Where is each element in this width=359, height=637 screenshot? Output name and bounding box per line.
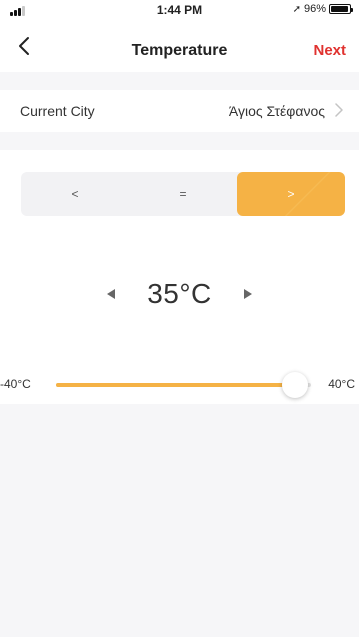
chevron-left-icon[interactable] [16,34,36,58]
comparison-segmented-control: < = > [21,172,345,216]
slider-fill [56,383,296,387]
triangle-left-icon[interactable] [101,284,121,304]
next-button[interactable]: Next [313,42,346,59]
temperature-panel: < = > 35°C -40°C 40°C [0,150,359,404]
battery-icon [329,4,353,14]
location-arrow-icon: ➚ [292,3,301,15]
chevron-right-icon [335,102,343,120]
status-bar: 1:44 PM ➚ 96% [0,0,359,20]
current-city-value: Άγιος Στέφανος [228,103,325,119]
battery-fill [331,6,349,12]
current-city-label: Current City [20,103,95,119]
slider-min-label: -40°C [0,377,31,391]
temperature-value: 35°C [147,278,212,309]
temperature-slider[interactable] [56,372,311,398]
slider-thumb[interactable] [282,372,309,398]
segment-less-than[interactable]: < [21,172,129,216]
nav-bar: Temperature Next [0,20,359,72]
battery-percent: 96% [303,3,326,15]
page-title: Temperature [131,42,228,59]
temperature-display: 35°C [0,278,359,310]
temperature-slider-row: -40°C 40°C [0,372,359,398]
status-right: ➚ 96% [292,3,353,15]
segment-greater-than[interactable]: > [237,172,345,216]
current-city-row[interactable]: Current City Άγιος Στέφανος [0,90,359,132]
slider-max-label: 40°C [328,377,355,391]
segment-equal[interactable]: = [129,172,237,216]
triangle-right-icon[interactable] [238,284,258,304]
screen: 1:44 PM ➚ 96% Temperature Next Current C… [0,0,359,637]
